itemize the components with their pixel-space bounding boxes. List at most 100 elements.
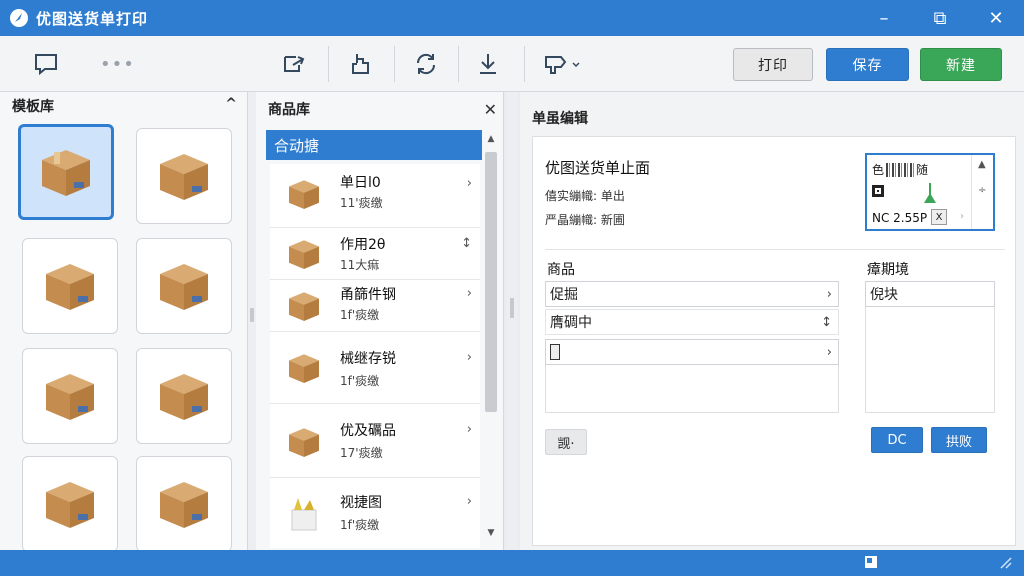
goods-section-label: 商品 [547, 262, 575, 278]
template-card[interactable] [136, 348, 232, 444]
chevron-right-icon[interactable]: › [467, 286, 472, 301]
barcode-label: 色 [872, 163, 885, 177]
splitter-grip[interactable] [250, 308, 254, 322]
goods-row-text: 促掘 [550, 287, 578, 303]
more-dots-icon[interactable]: ••• [100, 54, 135, 75]
box-icon [46, 264, 94, 310]
category-selected[interactable]: 合动搪 [266, 130, 482, 160]
list-item[interactable]: 优及礪品 17'痰缴 › [270, 404, 480, 478]
list-item[interactable]: 作用2θ 11大痲 ↕ [270, 228, 480, 280]
confirm-button[interactable]: 拱败 [931, 427, 987, 453]
product-name: 优及礪品 [340, 423, 396, 439]
barcode-side-scroll[interactable]: ▲ ÷ › [960, 155, 993, 229]
hand-pointer-icon[interactable] [344, 48, 376, 80]
template-card[interactable] [136, 456, 232, 550]
document-meta-line: 僖实繃幟: 单出 [545, 189, 625, 203]
product-scrollbar[interactable]: ▲ ▼ [482, 132, 500, 542]
list-item[interactable]: 甬篩件钢 1f'痰缴 › [270, 280, 480, 332]
document-title[interactable]: 优图送货单止面 [545, 157, 650, 178]
product-subtitle: 1f'痰缴 [340, 518, 380, 532]
sort-arrow-icon[interactable]: ↕ [461, 236, 472, 251]
panel-splitter[interactable] [248, 92, 256, 550]
scroll-up-icon[interactable]: ▲ [978, 159, 986, 170]
list-item[interactable]: 械继存锐 1f'痰缴 › [270, 332, 480, 404]
chevron-right-icon[interactable]: › [960, 211, 964, 222]
product-name: 械继存锐 [340, 351, 396, 367]
chevron-right-icon[interactable]: › [467, 494, 472, 509]
tag-dropdown-icon[interactable] [542, 48, 582, 80]
document-meta-line: 严晶繃幟: 新圃 [545, 213, 625, 227]
template-card[interactable] [136, 238, 232, 334]
product-subtitle: 1f'痰缴 [340, 374, 380, 388]
view-button[interactable]: 觊· [545, 429, 587, 455]
collapse-icon[interactable]: ^ [225, 96, 237, 112]
product-list: 单日l0 11'痰缴 › 作用2θ 11大痲 ↕ 甬篩件钢 1f'痰缴 › 械继… [270, 164, 480, 548]
new-button[interactable]: 新建 [920, 48, 1002, 81]
template-library-label: 模板库 [12, 99, 54, 115]
scroll-down-icon[interactable]: ▼ [482, 528, 500, 542]
side-field[interactable]: 倪块 [865, 281, 995, 307]
side-list-area[interactable] [865, 307, 995, 413]
splitter-grip[interactable] [510, 298, 514, 318]
template-card[interactable] [18, 124, 114, 220]
print-button[interactable]: 打印 [733, 48, 813, 81]
refresh-icon[interactable] [410, 48, 442, 80]
resize-grip-icon[interactable] [998, 555, 1012, 569]
goods-row[interactable]: › [545, 339, 839, 365]
chevron-right-icon[interactable]: › [827, 345, 832, 360]
minimize-button[interactable]: – [856, 0, 912, 36]
scroll-thumb[interactable] [485, 152, 497, 412]
box-icon [160, 264, 208, 310]
chevron-right-icon[interactable]: › [827, 287, 832, 302]
app-logo-icon [8, 7, 30, 29]
product-library-title: 商品库 [268, 102, 310, 118]
template-card[interactable] [136, 128, 232, 224]
goods-row[interactable]: 促掘 › [545, 281, 839, 307]
save-button[interactable]: 保存 [826, 48, 909, 81]
side-section-label: 瘴期境 [867, 262, 909, 278]
box-icon [42, 150, 90, 196]
goods-row-text: 膺碉中 [550, 315, 592, 331]
side-field-text: 倪块 [870, 287, 898, 303]
stepper-icon[interactable]: ÷ [978, 185, 986, 196]
export-icon[interactable] [278, 48, 310, 80]
comment-icon[interactable] [30, 48, 62, 80]
list-item[interactable]: 单日l0 11'痰缴 › [270, 164, 480, 228]
restore-button[interactable]: ⧉ [912, 0, 968, 36]
close-panel-icon[interactable]: ✕ [484, 100, 497, 119]
template-card[interactable] [22, 348, 118, 444]
box-icon [282, 174, 326, 214]
template-library-panel: 模板库 ^ [0, 92, 248, 550]
box-icon [160, 374, 208, 420]
download-icon[interactable] [472, 48, 504, 80]
product-library-panel: 商品库 ✕ 合动搪 单日l0 11'痰缴 › 作用2θ 11大痲 ↕ 甬篩件钢 … [256, 92, 504, 550]
product-name: 甬篩件钢 [340, 287, 396, 303]
product-subtitle: 11大痲 [340, 258, 380, 272]
box-icon [282, 234, 326, 274]
window-controls: – ⧉ ✕ [856, 0, 1024, 36]
qr-mini-icon [872, 185, 884, 200]
toolbar-separator [394, 46, 395, 82]
template-card[interactable] [22, 238, 118, 334]
panel-splitter[interactable] [506, 92, 518, 550]
goods-row[interactable]: 膺碉中 ↕ [545, 309, 839, 335]
barcode-box[interactable]: 色 随 NC 2.55P X ▲ ÷ › [865, 153, 995, 231]
document-card: 优图送货单止面 僖实繃幟: 单出 严晶繃幟: 新圃 色 随 NC 2.55P X… [532, 136, 1016, 546]
remove-barcode-icon[interactable]: X [931, 209, 947, 225]
chevron-right-icon[interactable]: › [467, 176, 472, 191]
layout-icon[interactable] [864, 555, 878, 569]
template-card[interactable] [22, 456, 118, 550]
section-divider [545, 249, 1005, 250]
chevron-right-icon[interactable]: › [467, 350, 472, 365]
box-icon [46, 482, 94, 528]
template-library-title: 模板库 ^ [0, 92, 247, 120]
close-window-button[interactable]: ✕ [968, 0, 1024, 36]
scroll-up-icon[interactable]: ▲ [482, 134, 500, 148]
dc-button[interactable]: DC [871, 427, 923, 453]
sort-arrow-icon[interactable]: ↕ [821, 315, 832, 330]
chevron-right-icon[interactable]: › [467, 422, 472, 437]
list-item[interactable]: 视捷图 1f'痰缴 › [270, 478, 480, 548]
title-bar: 优图送货单打印 – ⧉ ✕ [0, 0, 1024, 36]
green-pin-icon [923, 183, 937, 209]
goods-list-area[interactable] [545, 365, 839, 413]
